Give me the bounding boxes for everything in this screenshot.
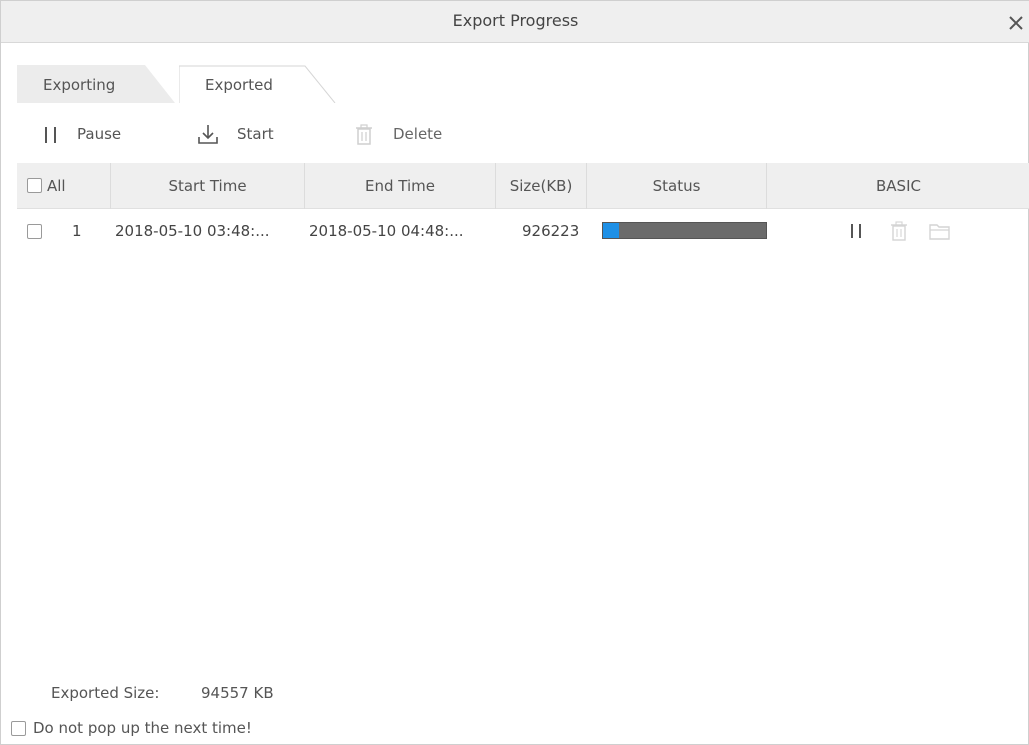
delete-button[interactable]: Delete (353, 117, 473, 151)
row-index: 1 (72, 222, 82, 240)
row-end-time: 2018-05-10 04:48:... (309, 222, 464, 240)
tab-bar: Exporting Exported (17, 65, 1017, 103)
column-end-time[interactable]: End Time (305, 163, 495, 209)
pause-icon (851, 224, 861, 238)
start-label: Start (237, 125, 274, 143)
table-row[interactable]: 1 2018-05-10 03:48:... 2018-05-10 04:48:… (17, 211, 1029, 251)
select-all-checkbox[interactable] (27, 178, 42, 193)
row-open-folder-button[interactable] (929, 221, 950, 241)
row-progress-bar (602, 222, 767, 239)
do-not-pop-label: Do not pop up the next time! (33, 719, 252, 737)
tab-exporting-label: Exporting (43, 76, 116, 94)
do-not-pop-checkbox[interactable] (11, 721, 26, 736)
pause-button[interactable]: Pause (41, 117, 151, 151)
tab-exporting[interactable]: Exporting (17, 65, 177, 103)
tab-exported[interactable]: Exported (179, 65, 339, 103)
row-start-time: 2018-05-10 03:48:... (115, 222, 270, 240)
tab-exported-label: Exported (205, 76, 273, 94)
column-all: All (47, 177, 66, 195)
delete-label: Delete (393, 125, 443, 143)
folder-icon (929, 224, 950, 240)
trash-icon (356, 124, 372, 145)
row-delete-button[interactable] (889, 221, 909, 241)
column-basic: BASIC (876, 177, 921, 195)
title-bar: Export Progress (1, 1, 1029, 43)
pause-icon (45, 127, 56, 143)
close-button[interactable] (1006, 13, 1026, 33)
close-icon (1009, 16, 1023, 30)
trash-icon (891, 221, 907, 241)
column-size[interactable]: Size(KB) (496, 163, 586, 209)
exported-size-label: Exported Size: (51, 684, 160, 702)
export-progress-dialog: Export Progress Exporting Exported Pause… (0, 0, 1029, 745)
column-status[interactable]: Status (587, 163, 766, 209)
toolbar: Pause Start Delete (31, 117, 631, 151)
row-pause-button[interactable] (847, 221, 867, 241)
do-not-pop-option[interactable]: Do not pop up the next time! (11, 716, 411, 740)
exported-size-value: 94557 KB (201, 684, 274, 702)
dialog-title: Export Progress (452, 11, 579, 30)
column-start-time[interactable]: Start Time (111, 163, 304, 209)
row-progress-fill (603, 223, 620, 238)
download-icon (198, 125, 218, 144)
table-header: All Start Time End Time Size(KB) Status … (17, 163, 1029, 209)
row-size: 926223 (522, 222, 580, 240)
start-button[interactable]: Start (197, 117, 307, 151)
pause-label: Pause (77, 125, 122, 143)
row-checkbox[interactable] (27, 224, 42, 239)
